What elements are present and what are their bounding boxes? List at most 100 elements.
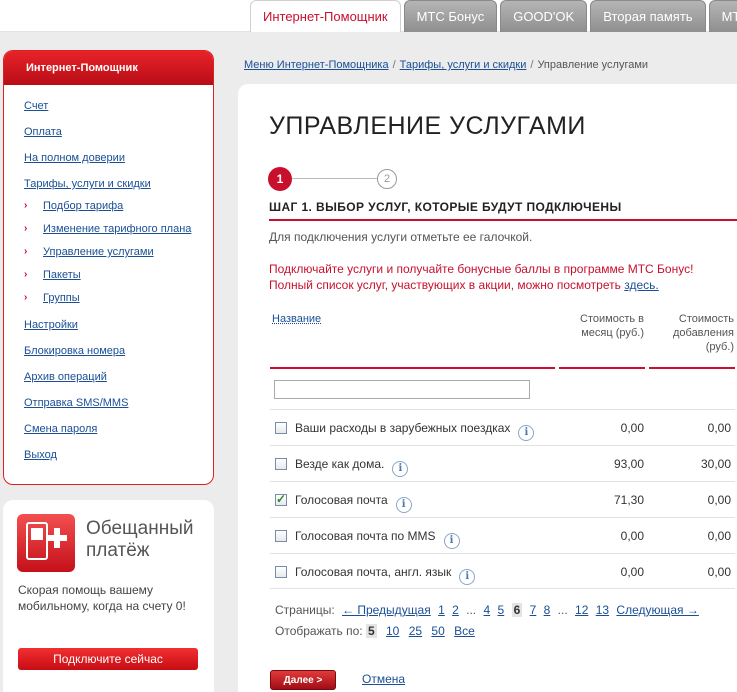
service-checkbox[interactable] xyxy=(275,458,287,470)
phone-plus-icon xyxy=(17,514,75,572)
month-cost: 0,00 xyxy=(620,529,644,543)
tab-goodok[interactable]: GOOD'OK xyxy=(500,0,588,32)
arrow-right-icon: › xyxy=(24,223,28,234)
service-name-text: Голосовая почта xyxy=(295,493,388,507)
pagination-next[interactable]: Следующая → xyxy=(616,603,698,617)
sidebar: Интернет-Помощник Счет Оплата На полном … xyxy=(3,50,214,485)
table-row: Голосовая почта, англ. язык i 0,00 0,00 xyxy=(270,553,735,589)
per-page-option[interactable]: Все xyxy=(454,624,475,638)
sidebar-item-schet[interactable]: Счет xyxy=(24,99,213,125)
tab-internet-pomoshnik[interactable]: Интернет-Помощник xyxy=(250,0,401,32)
step-title: ШАГ 1. ВЫБОР УСЛУГ, КОТОРЫЕ БУДУТ ПОДКЛЮ… xyxy=(269,200,737,221)
table-row: Ваши расходы в зарубежных поездках i 0,00… xyxy=(270,409,735,445)
step-connector xyxy=(292,178,378,179)
sidebar-item-arhiv[interactable]: Архив операций xyxy=(24,370,213,396)
pagination-page[interactable]: 1 xyxy=(438,603,445,617)
info-icon[interactable]: i xyxy=(459,569,476,585)
sidebar-item-polnoe-doverie[interactable]: На полном доверии xyxy=(24,151,213,177)
tab-mts-bonus[interactable]: МТС Бонус xyxy=(403,0,498,32)
per-page-label: Отображать по: xyxy=(275,624,363,638)
pagination-page[interactable]: 5 xyxy=(498,603,505,617)
pagination-page[interactable]: 8 xyxy=(544,603,551,617)
bonus-list-link[interactable]: здесь. xyxy=(624,278,659,292)
breadcrumb-link-tarify[interactable]: Тарифы, услуги и скидки xyxy=(400,59,527,71)
column-header-add-cost: Стоимость добавления (руб.) xyxy=(658,312,734,354)
service-checkbox[interactable] xyxy=(275,492,287,506)
arrow-right-icon: › xyxy=(24,246,28,257)
promo-text: Скорая помощь вашему мобильному, когда н… xyxy=(18,583,186,613)
table-row: Везде как дома. i 93,00 30,00 xyxy=(270,445,735,481)
pagination-page[interactable]: 2 xyxy=(452,603,459,617)
header-line: добавления xyxy=(672,327,734,339)
promo-title-line: платёж xyxy=(86,540,150,561)
header-underline xyxy=(649,367,735,369)
month-cost: 93,00 xyxy=(613,457,644,471)
sidebar-title: Интернет-Помощник xyxy=(4,51,213,85)
sidebar-subitem-upravlenie[interactable]: › Управление услугами xyxy=(24,246,213,269)
service-name: Ваши расходы в зарубежных поездках i xyxy=(295,421,535,441)
tab-mts[interactable]: МТС xyxy=(708,0,737,32)
pagination-page[interactable]: 12 xyxy=(575,603,588,617)
service-name-text: Голосовая почта, англ. язык xyxy=(295,565,452,579)
info-icon[interactable]: i xyxy=(395,497,412,513)
month-cost: 0,00 xyxy=(620,421,644,435)
breadcrumb-current: Управление услугами xyxy=(537,59,649,71)
table-row: Голосовая почта i 71,30 0,00 xyxy=(270,481,735,517)
arrow-right-icon: › xyxy=(24,292,28,303)
pagination-current: 6 xyxy=(511,603,523,617)
service-name: Голосовая почта, англ. язык i xyxy=(295,565,476,585)
per-page-option[interactable]: 50 xyxy=(431,624,444,638)
sidebar-item-vyhod[interactable]: Выход xyxy=(24,448,213,474)
sidebar-item-smena-parolya[interactable]: Смена пароля xyxy=(24,422,213,448)
sidebar-item-sms-mms[interactable]: Отправка SMS/MMS xyxy=(24,396,213,422)
next-button[interactable]: Далее > xyxy=(270,670,336,690)
service-name: Голосовая почта по MMS i xyxy=(295,529,460,549)
pagination-page[interactable]: 7 xyxy=(530,603,537,617)
sidebar-subitem-gruppy[interactable]: › Группы xyxy=(24,292,213,318)
service-checkbox[interactable] xyxy=(275,566,287,578)
sidebar-subitem-label: Подбор тарифа xyxy=(43,200,124,212)
info-icon[interactable]: i xyxy=(443,533,460,549)
sidebar-item-tarify[interactable]: Тарифы, услуги и скидки xyxy=(24,177,213,200)
pagination-ellipsis: ... xyxy=(557,603,568,617)
header-line: Стоимость в xyxy=(580,313,644,325)
info-icon[interactable]: i xyxy=(518,425,535,441)
pagination-page[interactable]: 4 xyxy=(484,603,491,617)
sidebar-item-blokirovka[interactable]: Блокировка номера xyxy=(24,344,213,370)
breadcrumb: Меню Интернет-Помощника / Тарифы, услуги и… xyxy=(244,59,649,71)
bonus-notice: Подключайте услуги и получайте бонусные … xyxy=(269,261,693,293)
sidebar-item-nastroiki[interactable]: Настройки xyxy=(24,318,213,344)
sidebar-subitem-label: Группы xyxy=(43,292,80,304)
step-2-badge: 2 xyxy=(377,169,397,189)
service-name-text: Везде как дома. xyxy=(295,457,385,471)
sidebar-subitem-pakety[interactable]: › Пакеты xyxy=(24,269,213,292)
service-name: Голосовая почта i xyxy=(295,493,412,513)
service-checkbox[interactable] xyxy=(275,530,287,542)
service-name-text: Ваши расходы в зарубежных поездках xyxy=(295,421,511,435)
sidebar-item-oplata[interactable]: Оплата xyxy=(24,125,213,151)
per-page-option[interactable]: 10 xyxy=(386,624,399,638)
bonus-notice-line: Полный список услуг, участвующих в акции… xyxy=(269,278,621,292)
tab-vtoraya-pamyat[interactable]: Вторая память xyxy=(590,0,706,32)
per-page-option[interactable]: 25 xyxy=(409,624,422,638)
pagination-page[interactable]: 13 xyxy=(596,603,609,617)
filter-input[interactable] xyxy=(274,380,530,399)
pagination-ellipsis: ... xyxy=(466,603,477,617)
service-checkbox[interactable] xyxy=(275,422,287,434)
column-header-name[interactable]: Название xyxy=(272,313,321,325)
header-line: (руб.) xyxy=(705,341,734,353)
column-header-month-cost: Стоимость в месяц (руб.) xyxy=(560,312,644,340)
breadcrumb-link-menu[interactable]: Меню Интернет-Помощника xyxy=(244,59,389,71)
sidebar-subitem-podbor[interactable]: › Подбор тарифа xyxy=(24,200,213,223)
add-cost: 0,00 xyxy=(707,529,731,543)
hint-text: Для подключения услуги отметьте ее галоч… xyxy=(269,230,533,244)
info-icon[interactable]: i xyxy=(392,461,409,477)
bonus-notice-line: Подключайте услуги и получайте бонусные … xyxy=(269,262,694,276)
connect-now-button[interactable]: Подключите сейчас xyxy=(18,648,198,670)
promo-title-line: Обещанный xyxy=(86,518,194,539)
cancel-link[interactable]: Отмена xyxy=(362,672,405,686)
per-page-selector: Отображать по: 5 10 25 50 Все xyxy=(275,624,475,638)
sidebar-subitem-izmenenie[interactable]: › Изменение тарифного плана xyxy=(24,223,213,246)
pagination-prev[interactable]: ← Предыдущая xyxy=(342,603,431,617)
promo-obeshanny-platezh: Обещанный платёж Скорая помощь вашему мо… xyxy=(3,500,214,692)
